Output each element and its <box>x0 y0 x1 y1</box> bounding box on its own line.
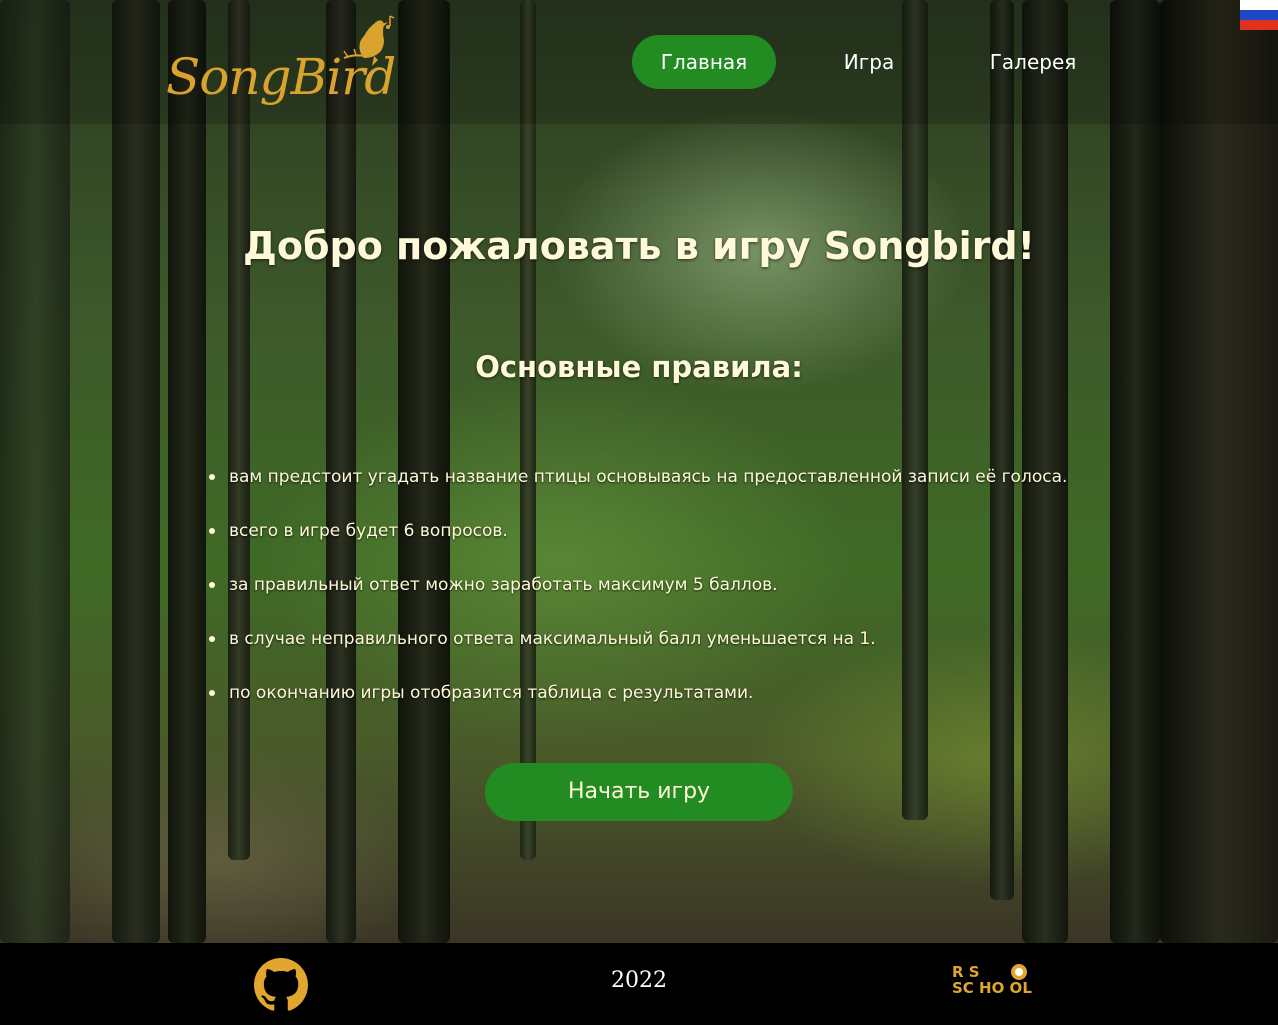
rule-item: вам предстоит угадать название птицы осн… <box>208 462 1067 516</box>
page-title: Добро пожаловать в игру Songbird! <box>243 224 1035 268</box>
rule-item: в случае неправильного ответа максимальн… <box>208 624 1067 678</box>
nav-item-gallery[interactable]: Галерея <box>976 35 1090 89</box>
rule-text: в случае неправильного ответа максимальн… <box>229 629 876 649</box>
bullet-icon <box>209 582 215 588</box>
bullet-icon <box>209 528 215 534</box>
rule-text: по окончанию игры отобразится таблица с … <box>229 683 754 703</box>
rs-logo-line2: SC HO OL <box>952 979 1032 997</box>
start-game-button[interactable]: Начать игру <box>485 763 793 821</box>
rs-school-logo[interactable]: R S SC HO OL <box>952 963 1044 999</box>
github-icon[interactable] <box>254 958 308 1012</box>
rule-item: за правильный ответ можно заработать мак… <box>208 570 1067 624</box>
rule-item: по окончанию игры отобразится таблица с … <box>208 678 1067 732</box>
bullet-icon <box>209 636 215 642</box>
rule-item: всего в игре будет 6 вопросов. <box>208 516 1067 570</box>
rule-text: за правильный ответ можно заработать мак… <box>229 575 778 595</box>
rules-heading: Основные правила: <box>475 350 803 384</box>
rs-coin-icon <box>1011 964 1027 980</box>
rule-text: вам предстоит угадать название птицы осн… <box>229 467 1068 487</box>
bullet-icon <box>209 690 215 696</box>
footer-year: 2022 <box>611 968 667 993</box>
footer: 2022 R S SC HO OL <box>0 943 1278 1025</box>
main-nav: Главная Игра Галерея <box>0 35 1278 89</box>
bullet-icon <box>209 474 215 480</box>
nav-item-game[interactable]: Игра <box>820 35 918 89</box>
rules-list: вам предстоит угадать название птицы осн… <box>208 462 1067 732</box>
rule-text: всего в игре будет 6 вопросов. <box>229 521 508 541</box>
russian-flag-icon[interactable] <box>1240 0 1278 30</box>
nav-item-home[interactable]: Главная <box>632 35 776 89</box>
